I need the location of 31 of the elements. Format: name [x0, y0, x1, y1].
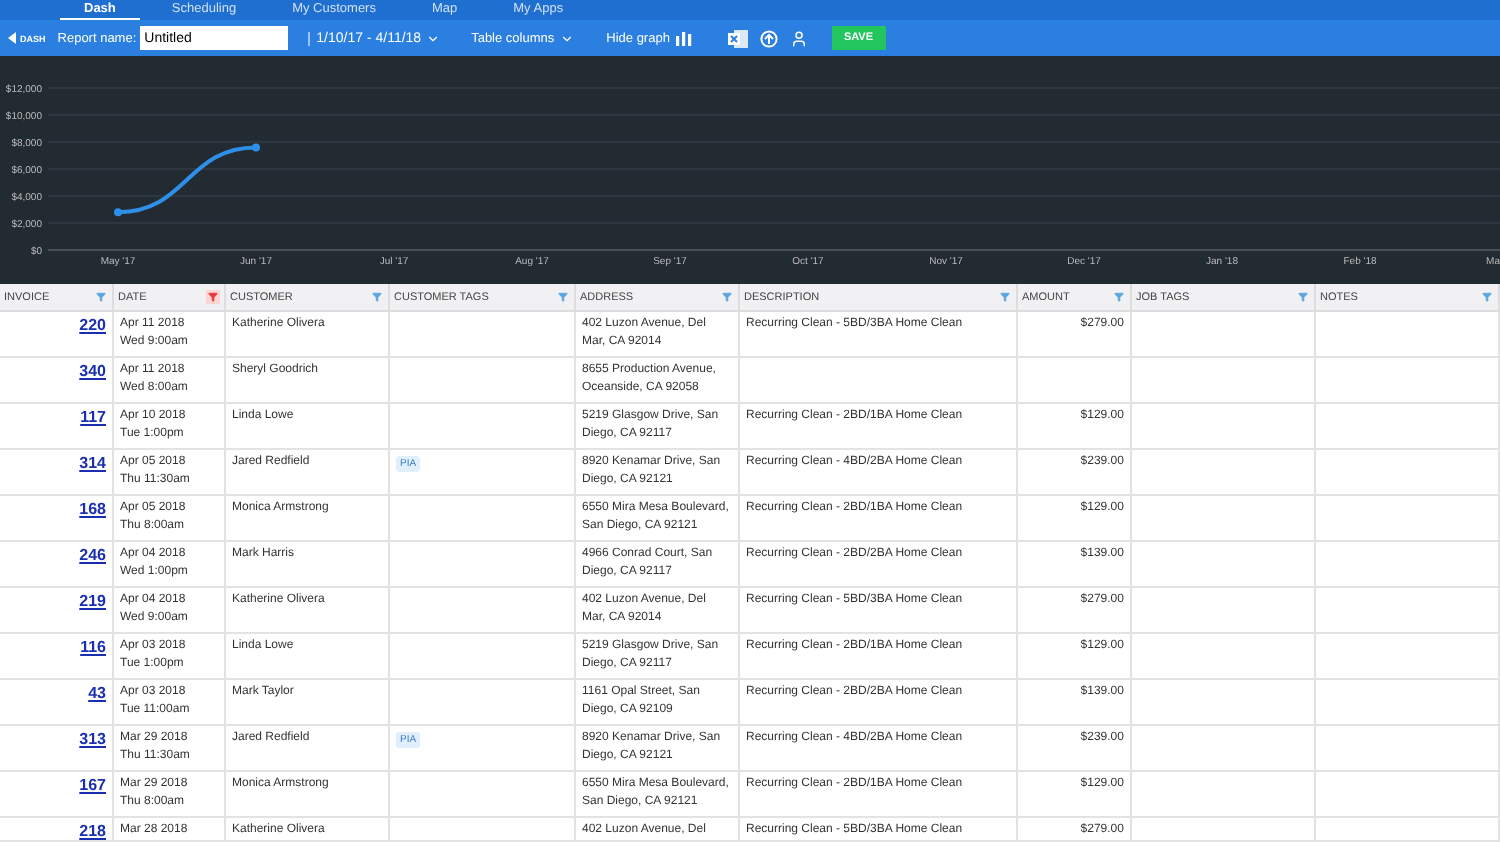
upload-circle-icon[interactable]	[759, 29, 778, 47]
invoice-link[interactable]: 167	[79, 776, 106, 794]
invoice-link[interactable]: 43	[88, 684, 106, 702]
filter-icon[interactable]	[370, 290, 384, 304]
invoice-link[interactable]: 340	[79, 362, 106, 380]
filter-icon[interactable]	[1112, 290, 1126, 304]
spreadsheet-icon[interactable]	[727, 29, 748, 47]
filter-icon[interactable]	[94, 290, 108, 304]
invoice-link[interactable]: 168	[79, 500, 106, 518]
filter-icon[interactable]	[1296, 290, 1310, 304]
bar-chart-icon	[675, 31, 692, 45]
data-point	[252, 143, 260, 152]
invoice-link[interactable]: 219	[79, 592, 106, 610]
chart-line	[117, 145, 257, 215]
filter-icon[interactable]	[1480, 290, 1494, 304]
user-icon[interactable]	[789, 29, 808, 47]
back-arrow-icon	[8, 32, 16, 44]
invoice-link[interactable]: 218	[79, 822, 106, 840]
data-point	[114, 208, 122, 217]
filter-icon[interactable]	[998, 290, 1012, 304]
filter-icon[interactable]	[720, 290, 734, 304]
invoice-link[interactable]: 313	[79, 730, 106, 748]
invoice-link[interactable]: 246	[79, 546, 106, 564]
invoice-link[interactable]: 220	[79, 316, 106, 334]
filter-icon[interactable]	[206, 290, 220, 304]
filter-icon[interactable]	[556, 290, 570, 304]
chevron-down-icon	[560, 31, 575, 45]
invoice-link[interactable]: 116	[80, 638, 106, 656]
invoice-link[interactable]: 117	[80, 408, 106, 426]
invoice-link[interactable]: 314	[79, 454, 106, 472]
chevron-down-icon	[425, 31, 440, 45]
